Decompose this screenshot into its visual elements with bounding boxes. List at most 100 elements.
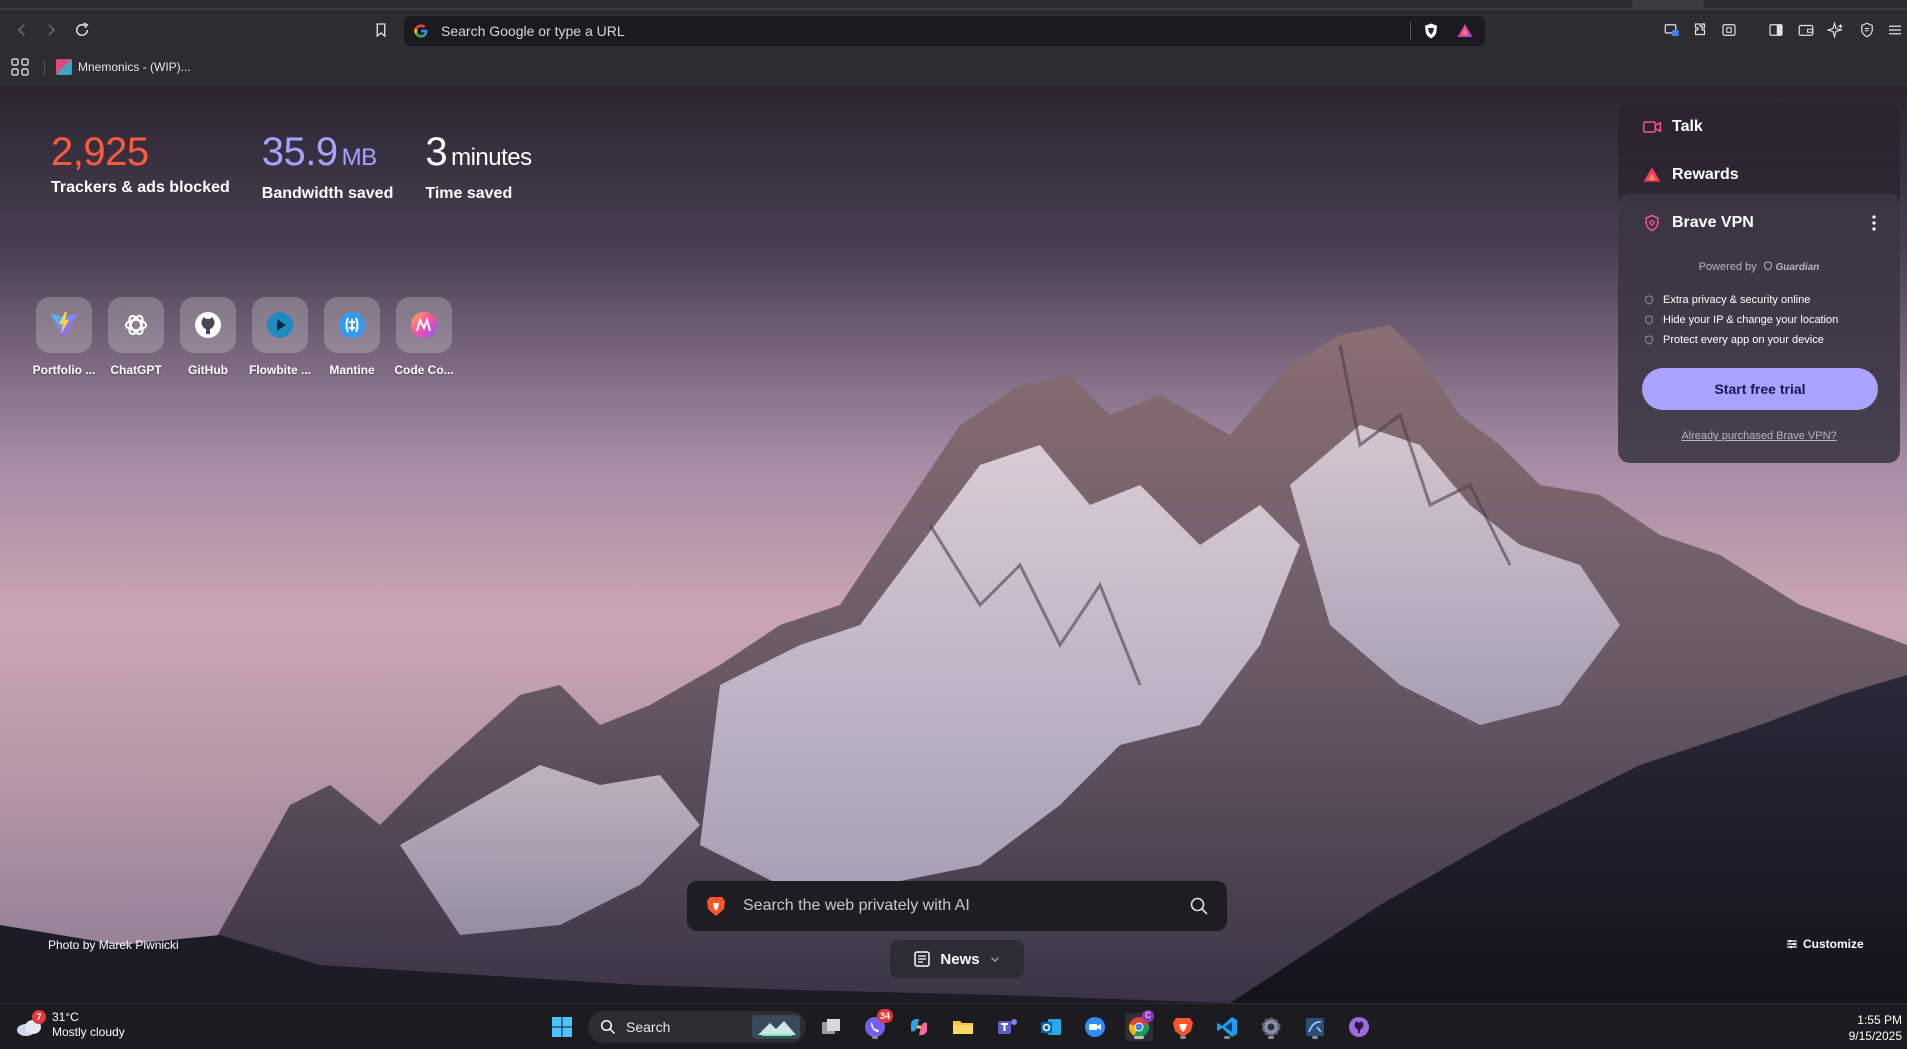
bandwidth-label: Bandwidth saved <box>261 185 394 202</box>
taskbar-app-outlook[interactable] <box>1037 1013 1065 1041</box>
menu-button[interactable] <box>1883 18 1907 42</box>
taskbar-app-copilot[interactable] <box>905 1013 933 1041</box>
forward-button[interactable] <box>39 18 63 42</box>
top-site-tile[interactable] <box>36 297 92 353</box>
check-shield-icon <box>1645 295 1653 305</box>
chevron-down-icon <box>990 957 999 962</box>
task-view-button[interactable] <box>817 1013 845 1041</box>
stat-time: 3 minutes Time saved <box>425 127 532 203</box>
check-shield-icon <box>1645 315 1653 325</box>
talk-label: Talk <box>1672 118 1703 135</box>
top-site-chatgpt[interactable]: ChatGPT <box>108 297 164 377</box>
weather-widget[interactable]: 7 31°C Mostly cloudy <box>14 1010 125 1040</box>
start-free-trial-button[interactable]: Start free trial <box>1642 368 1878 410</box>
taskbar-app-sql-tool[interactable] <box>1301 1013 1329 1041</box>
taskbar-search[interactable]: Search <box>588 1011 806 1043</box>
taskbar-app-file-explorer[interactable] <box>949 1013 977 1041</box>
screenshot-icon <box>1722 24 1736 36</box>
more-vertical-icon[interactable] <box>1866 213 1882 233</box>
outlook-icon <box>1041 1019 1061 1035</box>
top-site-github[interactable]: GitHub <box>180 297 236 377</box>
newspaper-icon <box>914 951 931 967</box>
vpn-button[interactable] <box>1855 18 1879 42</box>
taskbar-app-teams[interactable] <box>993 1013 1021 1041</box>
vpn-title: Brave VPN <box>1672 214 1754 231</box>
talk-card[interactable]: Talk <box>1618 103 1900 155</box>
powered-by-label: Powered by <box>1698 261 1757 273</box>
talk-row[interactable]: Talk <box>1642 117 1703 137</box>
clock-date: 9/15/2025 <box>1848 1029 1902 1043</box>
top-site-tile[interactable] <box>180 297 236 353</box>
top-site-tile[interactable] <box>108 297 164 353</box>
taskbar-app-github-desktop[interactable] <box>1345 1013 1373 1041</box>
taskbar-app-viber[interactable]: 34 <box>861 1009 893 1041</box>
top-site-mantine[interactable]: Mantine <box>324 297 380 377</box>
news-button[interactable]: News <box>890 940 1024 978</box>
taskbar-app-zoom[interactable] <box>1081 1013 1109 1041</box>
start-button[interactable] <box>548 1013 576 1041</box>
bookmark-page-button[interactable] <box>369 18 393 42</box>
reload-button[interactable] <box>70 18 94 42</box>
vpn-feature: Extra privacy & security online <box>1644 290 1838 310</box>
task-view-icon <box>822 1019 840 1034</box>
os-taskbar: 7 31°C Mostly cloudy Search 34 C 1:55 PM… <box>0 1003 1907 1049</box>
customize-button[interactable]: Customize <box>1786 937 1864 951</box>
taskbar-app-settings[interactable] <box>1257 1013 1285 1041</box>
taskbar-app-vscode[interactable] <box>1213 1013 1241 1041</box>
bookmarks-separator <box>44 60 45 76</box>
zoom-icon <box>1085 1017 1105 1037</box>
windows-logo-icon <box>552 1017 572 1037</box>
top-site-flowbite[interactable]: Flowbite ... <box>249 297 311 377</box>
weather-text: 31°C Mostly cloudy <box>52 1010 125 1040</box>
address-bar[interactable] <box>404 16 1485 46</box>
back-button[interactable] <box>10 18 34 42</box>
top-site-tile[interactable] <box>324 297 380 353</box>
leo-ai-button[interactable] <box>1824 18 1848 42</box>
time-value: 3 <box>425 130 448 174</box>
photo-credit[interactable]: Photo by Marek Piwnicki <box>48 938 179 952</box>
wallet-icon <box>1798 24 1814 36</box>
top-site-tile[interactable] <box>396 297 452 353</box>
bandwidth-value: 35.9 <box>261 130 338 174</box>
trackers-value: 2,925 <box>51 130 149 174</box>
apps-grid-icon[interactable] <box>10 57 30 77</box>
chevron-right-icon <box>48 24 56 36</box>
tab-manager-button[interactable] <box>1660 18 1684 42</box>
brave-vpn-card: Brave VPN Powered by Guardian Extra priv… <box>1618 193 1900 463</box>
already-purchased-link[interactable]: Already purchased Brave VPN? <box>1618 430 1900 442</box>
top-site-portfolio[interactable]: Portfolio ... <box>33 297 95 377</box>
brave-rewards-icon[interactable] <box>1456 22 1474 40</box>
time-label: Time saved <box>425 185 513 202</box>
extensions-button[interactable] <box>1688 18 1712 42</box>
taskbar-app-brave[interactable] <box>1169 1013 1197 1041</box>
bookmarks-bar: Mnemonics - (WIP)... <box>0 50 1907 85</box>
top-site-tile[interactable] <box>252 297 308 353</box>
rewards-row[interactable]: Rewards <box>1642 165 1739 185</box>
bookmark-mnemonics[interactable]: Mnemonics - (WIP)... <box>56 56 191 78</box>
new-tab-page: 2,925 Trackers & ads blocked 35.9 MB Band… <box>0 85 1907 1003</box>
trackers-label: Trackers & ads blocked <box>51 179 230 196</box>
screenshot-button[interactable] <box>1717 18 1741 42</box>
ai-search-input[interactable] <box>743 897 1183 915</box>
wallet-button[interactable] <box>1794 18 1818 42</box>
taskbar-app-chrome[interactable]: C <box>1125 1010 1154 1041</box>
top-site-code-co[interactable]: Code Co... <box>394 297 454 377</box>
url-input[interactable] <box>441 23 1401 39</box>
privacy-stats: 2,925 Trackers & ads blocked 35.9 MB Band… <box>51 127 532 203</box>
taskbar-search-label: Search <box>626 1019 671 1035</box>
github-desktop-icon <box>1349 1017 1369 1037</box>
search-icon[interactable] <box>1189 896 1209 916</box>
ai-search-box[interactable] <box>687 881 1227 931</box>
running-indicator <box>1224 1036 1230 1039</box>
code-co-icon <box>411 312 437 338</box>
time-unit: minutes <box>451 144 532 171</box>
top-site-name: Mantine <box>329 363 375 377</box>
system-clock[interactable]: 1:55 PM 9/15/2025 <box>1820 1012 1902 1044</box>
search-highlight-art-icon <box>752 1015 800 1039</box>
powered-by: Powered by Guardian <box>1618 261 1900 273</box>
sidebar-toggle-button[interactable] <box>1764 18 1788 42</box>
chrome-profile-badge: C <box>1142 1010 1154 1022</box>
address-bar-separator <box>1410 22 1411 40</box>
active-tab-stub[interactable] <box>1632 0 1704 8</box>
brave-shields-icon[interactable] <box>1422 22 1440 40</box>
